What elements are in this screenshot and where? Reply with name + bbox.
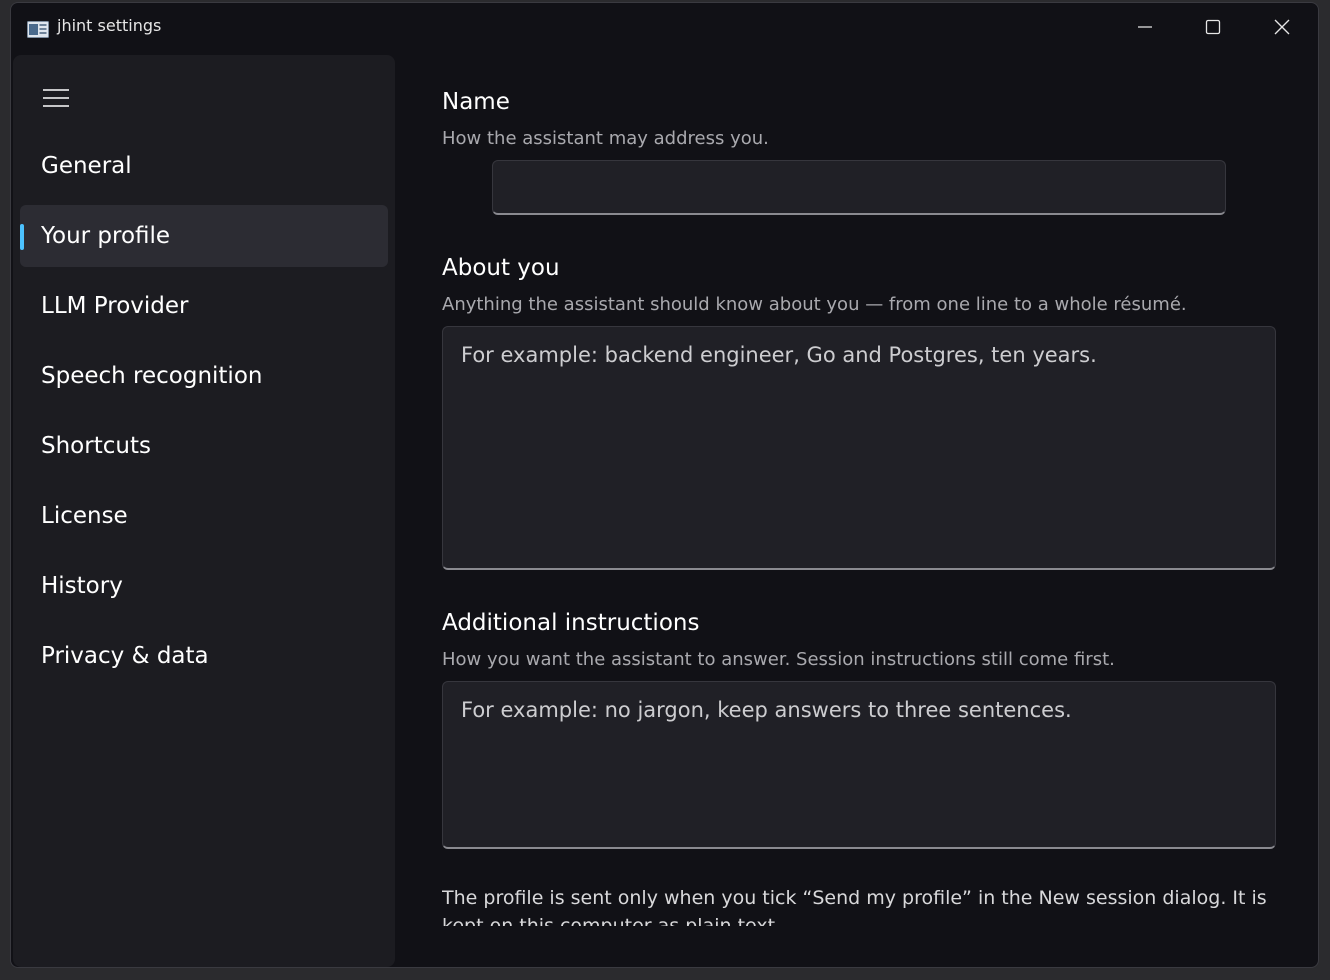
instructions-textarea[interactable] xyxy=(442,681,1276,849)
instructions-description: How you want the assistant to answer. Se… xyxy=(442,649,1115,670)
active-indicator xyxy=(20,224,24,250)
name-heading: Name xyxy=(442,89,510,115)
navigation-sidebar: General Your profile LLM Provider Speech… xyxy=(13,55,395,967)
sidebar-item-history[interactable]: History xyxy=(20,555,388,617)
minimize-icon xyxy=(1138,26,1152,28)
sidebar-item-general[interactable]: General xyxy=(20,135,388,197)
sidebar-item-label: LLM Provider xyxy=(41,293,189,319)
sidebar-item-label: Privacy & data xyxy=(41,643,209,669)
maximize-button[interactable] xyxy=(1179,3,1247,51)
sidebar-item-privacy-data[interactable]: Privacy & data xyxy=(20,625,388,687)
title-bar[interactable]: jhint settings xyxy=(11,3,1318,51)
app-icon xyxy=(27,21,49,38)
menu-toggle-button[interactable] xyxy=(37,81,75,115)
hamburger-icon xyxy=(43,89,69,107)
sidebar-item-your-profile[interactable]: Your profile xyxy=(20,205,388,267)
sidebar-item-shortcuts[interactable]: Shortcuts xyxy=(20,415,388,477)
name-description: How the assistant may address you. xyxy=(442,128,769,149)
sidebar-item-license[interactable]: License xyxy=(20,485,388,547)
sidebar-item-label: Your profile xyxy=(41,223,171,249)
sidebar-item-label: General xyxy=(41,153,132,179)
about-description: Anything the assistant should know about… xyxy=(442,294,1187,315)
sidebar-item-speech-recognition[interactable]: Speech recognition xyxy=(20,345,388,407)
minimize-button[interactable] xyxy=(1111,3,1179,51)
sidebar-item-label: Speech recognition xyxy=(41,363,263,389)
about-textarea[interactable] xyxy=(442,326,1276,570)
close-button[interactable] xyxy=(1248,3,1316,51)
profile-page: Name How the assistant may address you. … xyxy=(395,55,1318,967)
settings-window: jhint settings General Your profile LLM … xyxy=(10,2,1319,968)
close-icon xyxy=(1274,19,1290,35)
window-title: jhint settings xyxy=(57,16,162,35)
maximize-icon xyxy=(1205,19,1221,35)
sidebar-item-llm-provider[interactable]: LLM Provider xyxy=(20,275,388,337)
profile-privacy-note: The profile is sent only when you tick “… xyxy=(442,887,1267,926)
about-heading: About you xyxy=(442,255,560,281)
sidebar-item-label: License xyxy=(41,503,128,529)
instructions-heading: Additional instructions xyxy=(442,610,700,636)
sidebar-item-label: Shortcuts xyxy=(41,433,151,459)
name-input[interactable] xyxy=(492,160,1226,215)
sidebar-item-label: History xyxy=(41,573,123,599)
